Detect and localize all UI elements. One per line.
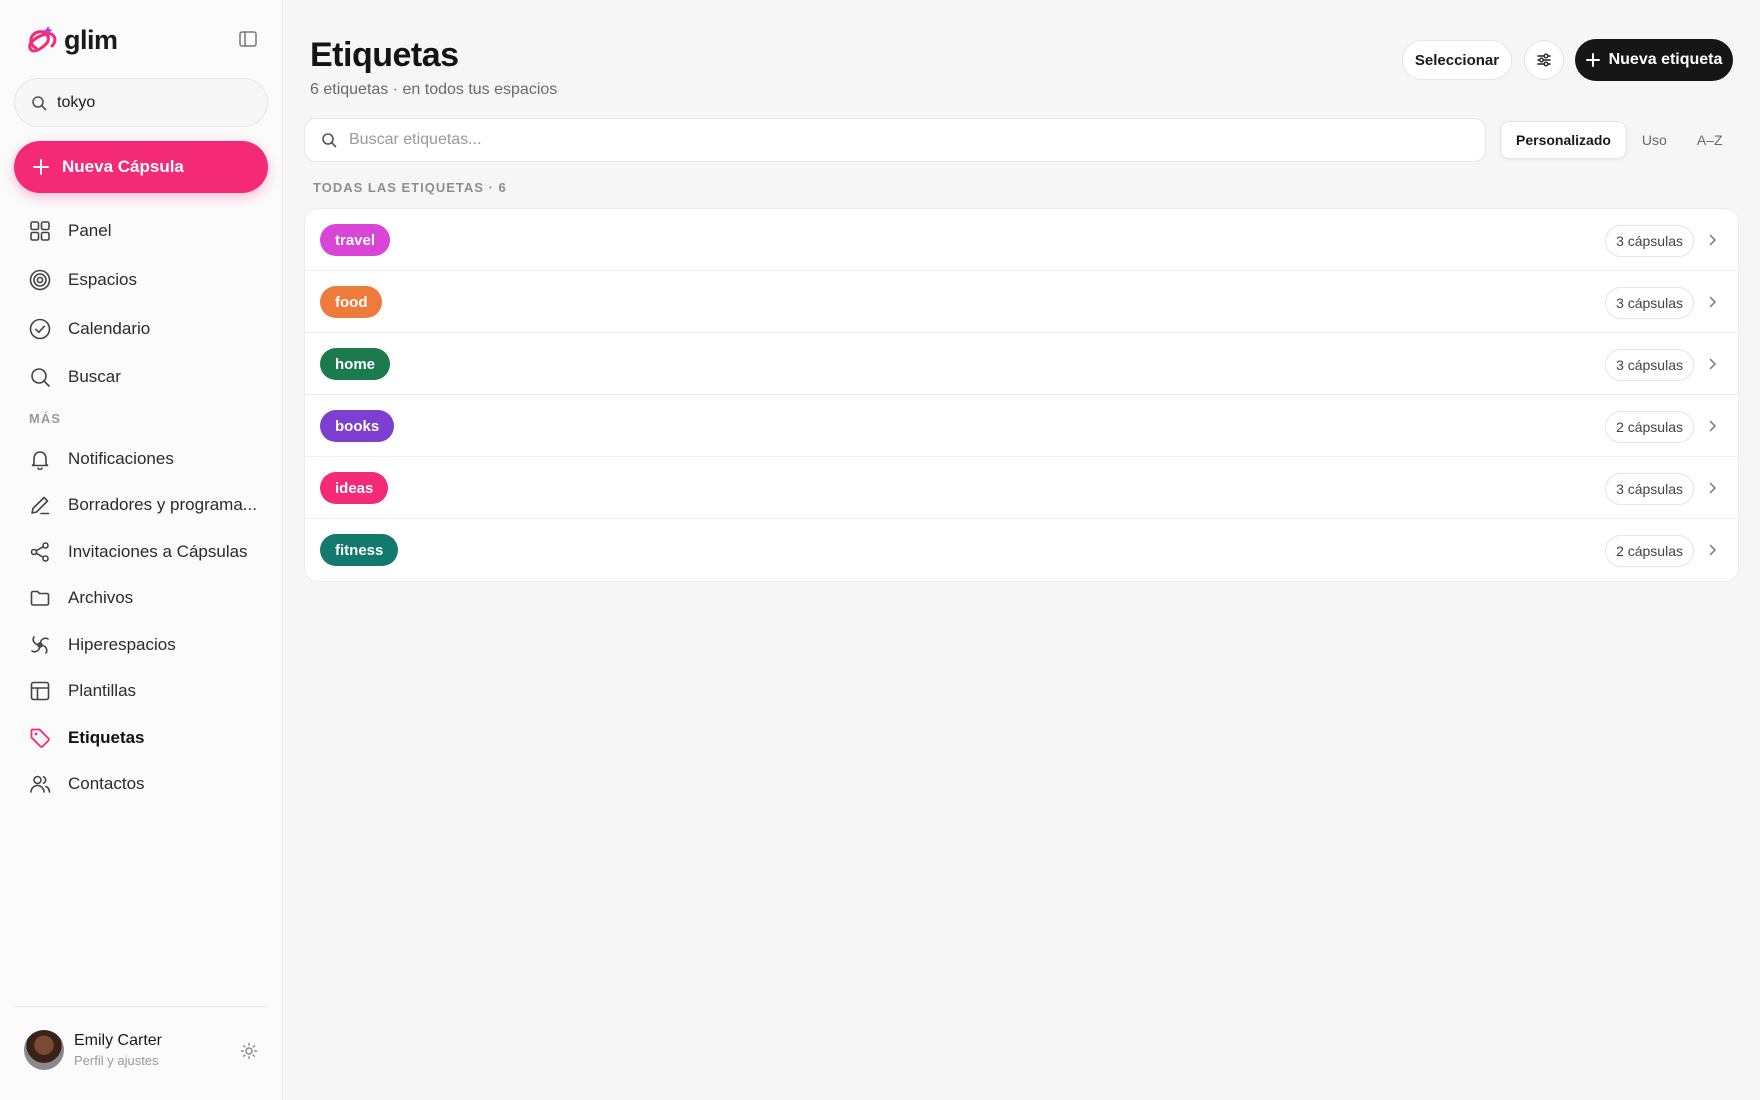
bell-icon [28,447,52,471]
nav-item-label: Archivos [68,588,134,607]
app-logo[interactable]: glim [26,18,118,63]
grid-icon [28,219,52,243]
users-icon [28,772,52,796]
nav-item-etiquetas[interactable]: Etiquetas [28,723,145,753]
tag-row[interactable]: books 2 cápsulas [305,395,1738,457]
search-icon [32,95,47,110]
nav-item-label: Etiquetas [68,728,145,747]
sidebar-toggle-button[interactable] [236,28,260,50]
tag-pill: books [320,410,395,442]
folder-icon [28,586,52,610]
tag-count: 3 cápsulas [1605,225,1694,257]
tag-pill: food [320,286,383,318]
profile-subtitle: Perfil y ajustes [74,1053,159,1068]
chevron-right-icon [1706,542,1720,558]
avatar [24,1030,64,1070]
sort-option-personalizado[interactable]: Personalizado [1500,121,1627,159]
chevron-right-icon [1706,418,1720,434]
tag-row[interactable]: food 3 cápsulas [305,271,1738,333]
page-title: Etiquetas [310,36,459,74]
nav-item-notificaciones[interactable]: Notificaciones [28,444,174,474]
sort-option-uso[interactable]: Uso [1627,121,1682,159]
nav-item-hiperespacios[interactable]: Hiperespacios [28,630,176,660]
nav-item-buscar[interactable]: Buscar [28,362,121,392]
tag-count: 3 cápsulas [1605,287,1694,319]
plus-icon [33,159,49,175]
sidebar-search-input[interactable] [57,93,247,112]
glim-logo-icon [26,18,60,63]
select-button[interactable]: Seleccionar [1402,40,1512,80]
new-tag-label: Nueva etiqueta [1608,51,1723,68]
nav-item-label: Espacios [68,270,137,289]
plus-icon [1585,53,1600,67]
nav-item-label: Plantillas [68,681,137,700]
settings-button[interactable] [238,1040,260,1062]
tag-pill: fitness [320,534,399,566]
tag-row[interactable]: fitness 2 cápsulas [305,519,1738,581]
nav-item-label: Notificaciones [68,449,174,468]
layout-icon [28,679,52,703]
sidebar-search [14,78,268,127]
sidebar: glim Nueva Cápsula Panel Espacios Calend… [0,0,283,1100]
more-section-label: MÁS [29,411,61,426]
chevron-right-icon [1706,356,1720,372]
nav-item-invitaciones[interactable]: Invitaciones a Cápsulas [28,537,248,567]
nav-item-label: Hiperespacios [68,635,176,654]
sidebar-panel-icon [239,31,257,47]
nav-item-label: Contactos [68,774,145,793]
app-name: glim [64,25,118,55]
nav-item-espacios[interactable]: Espacios [28,265,137,295]
sort-options: Personalizado Uso A–Z [1500,121,1738,159]
chevron-right-icon [1706,232,1720,248]
tag-pill: ideas [320,472,389,504]
sidebar-divider [14,1006,268,1007]
nav-item-label: Calendario [68,319,151,338]
tag-count: 3 cápsulas [1605,473,1694,505]
sort-option-az[interactable]: A–Z [1682,121,1738,159]
tag-count: 2 cápsulas [1605,411,1694,443]
page-subtitle: 6 etiquetas · en todos tus espacios [310,81,558,98]
tag-list: travel 3 cápsulas food 3 cápsulas home 3… [304,208,1739,582]
nav-item-calendario[interactable]: Calendario [28,314,150,344]
nav-item-plantillas[interactable]: Plantillas [28,676,136,706]
new-capsule-label: Nueva Cápsula [62,157,184,176]
tag-search [304,118,1486,162]
profile-text: Emily Carter Perfil y ajustes [74,1032,162,1068]
sliders-icon [1537,53,1551,67]
filter-button[interactable] [1524,40,1564,80]
nav-item-panel[interactable]: Panel [28,216,111,246]
nav-item-contactos[interactable]: Contactos [28,769,145,799]
nav-item-label: Invitaciones a Cápsulas [68,542,248,561]
profile-menu[interactable]: Emily Carter Perfil y ajustes [24,1030,162,1070]
tag-search-input[interactable] [349,131,1449,149]
nav-item-borradores[interactable]: Borradores y programa... [28,490,257,520]
profile-name: Emily Carter [74,1032,163,1049]
tag-pill: home [320,348,391,380]
tag-icon [28,726,52,750]
chevron-right-icon [1706,480,1720,496]
new-capsule-button[interactable]: Nueva Cápsula [14,141,268,193]
search-icon [28,365,52,389]
nav-item-archivos[interactable]: Archivos [28,583,133,613]
new-tag-button[interactable]: Nueva etiqueta [1575,39,1733,81]
tag-row[interactable]: home 3 cápsulas [305,333,1738,395]
tag-pill: travel [320,224,391,256]
chevron-right-icon [1706,294,1720,310]
tag-list-label: TODAS LAS ETIQUETAS · 6 [313,180,507,195]
target-icon [28,268,52,292]
swirl-icon [28,633,52,657]
tag-row[interactable]: travel 3 cápsulas [305,209,1738,271]
pencil-icon [28,493,52,517]
tag-count: 3 cápsulas [1605,349,1694,381]
tag-count: 2 cápsulas [1605,535,1694,567]
nav-item-label: Borradores y programa... [68,495,257,514]
check-circle-icon [28,317,52,341]
share-icon [28,540,52,564]
sun-icon [240,1042,258,1060]
search-icon [322,133,337,148]
nav-item-label: Panel [68,221,112,240]
nav-item-label: Buscar [68,367,121,386]
tag-row[interactable]: ideas 3 cápsulas [305,457,1738,519]
